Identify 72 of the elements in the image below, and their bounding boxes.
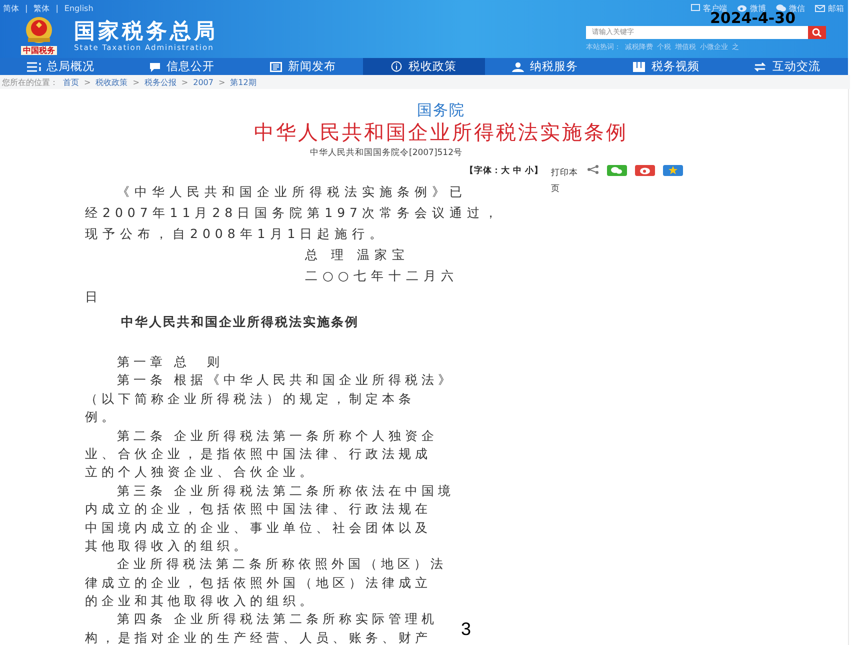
paragraph-line: 其他取得收入的组织。 [85, 536, 250, 555]
search-icon [812, 28, 822, 37]
paragraph-line: 第一章 总 则 [116, 353, 224, 371]
font-size-control[interactable]: 【字体：大 中 小】 [465, 165, 543, 177]
breadcrumb-link[interactable]: 2007 [193, 78, 214, 86]
separator-text: | [56, 4, 58, 12]
nav-tab[interactable]: 税务视频 [606, 58, 727, 75]
print-link[interactable]: 打印本页 [550, 165, 579, 197]
paragraph-line: 经2007年11月28日国务院第197次常务会议通过， [85, 204, 502, 222]
info-icon [391, 61, 402, 72]
monitor-icon [691, 4, 700, 12]
language-link[interactable]: English [64, 4, 94, 12]
breadcrumb-link[interactable]: 税收政策 [96, 76, 128, 88]
article-title: 中华人民共和国企业所得税法实施条例 [254, 119, 628, 145]
paragraph-line: 中国境内成立的企业、事业单位、社会团体以及 [85, 518, 432, 537]
breadcrumb-label: 您所在的位置： [2, 76, 58, 88]
breadcrumb-link[interactable]: 税务公报 [144, 76, 176, 88]
film-icon [633, 62, 646, 72]
separator-text: | [25, 4, 28, 12]
chat-bubbles-icon[interactable] [606, 165, 627, 176]
paragraph-line: 构，是指对企业的生产经营、人员、账务、财产 [85, 628, 432, 645]
mail-icon [815, 4, 825, 12]
paragraph-line: 第三条 企业所得税法第二条所称依法在中国境 [116, 482, 454, 500]
nav-tab[interactable]: 信息公开 [121, 58, 242, 75]
paragraph-line: 总 理 温家宝 [304, 246, 410, 264]
exchange-icon [754, 62, 766, 72]
paragraph-line: 立的个人独资企业、合伙企业。 [85, 463, 316, 482]
logo-text: 中国税务 [21, 46, 57, 55]
paragraph-line: 的企业和其他取得收入的组织。 [85, 592, 316, 610]
paragraph-line: 内成立的企业，包括依照中国法律、行政法规在 [85, 500, 432, 518]
section-heading: 中华人民共和国企业所得税法实施条例 [120, 313, 359, 331]
eye-icon [737, 4, 747, 12]
nav-tab[interactable]: 互动交流 [726, 58, 848, 75]
breadcrumb-link[interactable]: 首页 [63, 76, 79, 88]
paragraph-line: 日 [85, 288, 102, 306]
issuer-text: 国务院 [417, 101, 465, 119]
nav-tab[interactable]: 总局概况 [0, 58, 122, 75]
paragraph-line: 第四条 企业所得税法第二条所称实际管理机 [116, 610, 438, 628]
search-button[interactable] [808, 26, 826, 39]
paragraph-line: 第二条 企业所得税法第一条所称个人独资企 [116, 426, 438, 445]
paragraph-line: 例。 [85, 408, 118, 426]
breadcrumb-separator: > [132, 78, 140, 86]
paragraph-line: 业、合伙企业，是指依照中国法律、行政法规成 [85, 444, 432, 463]
document-number: 中华人民共和国国务院令[2007]512号 [310, 147, 462, 159]
nav-tab[interactable]: 纳税服务 [484, 58, 606, 75]
share-icon[interactable] [586, 165, 599, 174]
slide-page-number: 3 [461, 619, 472, 640]
paragraph-line: 《中华人民共和国企业所得税法实施条例》已 [116, 183, 467, 201]
eye-icon[interactable] [634, 165, 655, 176]
breadcrumb-separator: > [218, 78, 226, 86]
breadcrumb-link[interactable]: 第12期 [230, 76, 256, 88]
paragraph-line: 二○○七年十二月六 [304, 267, 458, 285]
site-title: 国家税务总局 [74, 19, 218, 43]
utility-link[interactable]: 微博 [737, 2, 766, 14]
language-link[interactable]: 繁体 [34, 2, 50, 14]
language-link[interactable]: 简体 [3, 2, 19, 14]
paragraph-line: 现予公布，自2008年1月1日起施行。 [85, 225, 388, 243]
nav-tab[interactable]: 税收政策 [363, 58, 485, 75]
chat-bubbles-icon [776, 4, 786, 12]
paragraph-line: 第一条 根据《中华人民共和国企业所得税法》 [116, 371, 454, 390]
speech-bubble-icon [148, 62, 161, 72]
paragraph-line: 企业所得税法第二条所称依照外国（地区）法 [116, 555, 447, 574]
newspaper-icon [270, 62, 282, 72]
nav-tab[interactable]: 新闻发布 [242, 58, 364, 75]
menu-icon [26, 62, 41, 72]
breadcrumb-separator: > [84, 78, 91, 86]
utility-link[interactable]: 邮箱 [815, 2, 844, 14]
paragraph-line: 律成立的企业，包括依照外国（地区）法律成立 [85, 574, 432, 592]
paragraph-line: （以下简称企业所得税法）的规定，制定本条 [85, 390, 415, 408]
breadcrumb-separator: > [181, 78, 188, 86]
person-icon [512, 62, 524, 72]
utility-link[interactable]: 客户端 [691, 2, 727, 14]
